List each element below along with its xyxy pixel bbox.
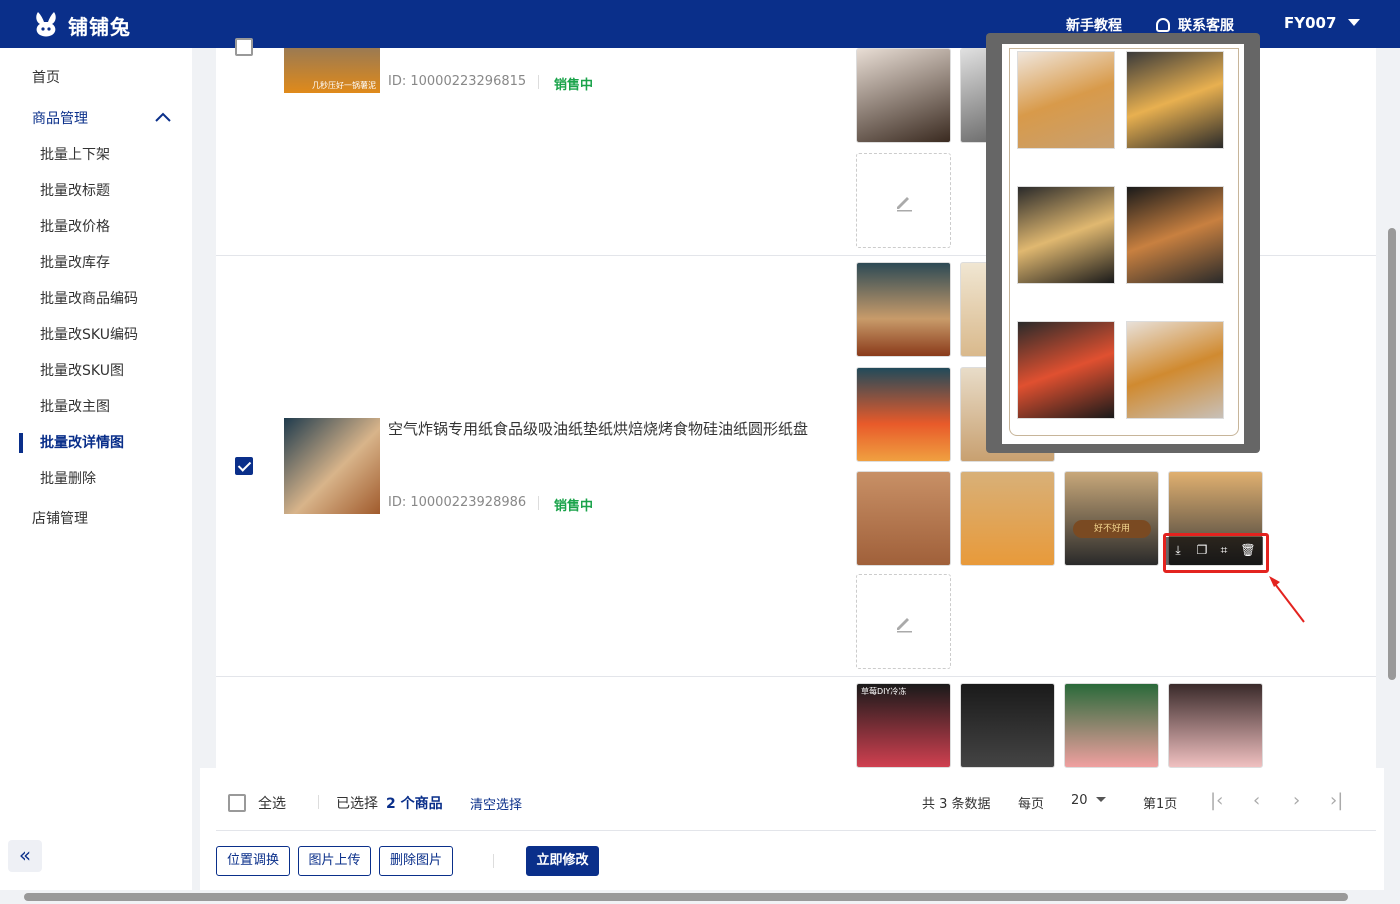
user-menu[interactable]: FY007 <box>1284 14 1361 32</box>
sidebar-item-bulk-detail-image[interactable]: 批量改详情图 <box>40 432 124 452</box>
detail-thumbnail[interactable] <box>960 471 1055 566</box>
preview-image <box>1126 321 1224 419</box>
sidebar-item-bulk-sku-code[interactable]: 批量改SKU编码 <box>40 324 138 344</box>
active-indicator <box>19 433 23 453</box>
preview-image <box>1126 51 1224 149</box>
collapse-sidebar-button[interactable]: « <box>8 840 42 872</box>
contact-service-label: 联系客服 <box>1178 18 1234 34</box>
divider <box>538 75 539 89</box>
caret-down-icon <box>1348 19 1361 26</box>
last-page-icon[interactable]: ›| <box>1330 790 1343 811</box>
status-badge: 销售中 <box>554 499 594 514</box>
preview-image <box>1017 321 1115 419</box>
sidebar <box>0 48 192 890</box>
selected-prefix: 已选择 <box>336 796 378 812</box>
sidebar-group-product[interactable]: 商品管理 <box>32 108 88 128</box>
caret-down-icon <box>1095 797 1106 802</box>
vertical-scroll-thumb[interactable] <box>1388 228 1396 680</box>
apply-changes-button[interactable]: 立即修改 <box>526 846 599 876</box>
status-badge: 销售中 <box>554 78 594 93</box>
thumbnail-banner: 好不好用 <box>1073 520 1151 538</box>
first-page-icon[interactable]: |‹ <box>1210 790 1223 811</box>
current-page: 第1页 <box>1143 797 1178 812</box>
contact-service-link[interactable]: 联系客服 <box>1156 15 1234 35</box>
horizontal-scroll-thumb[interactable] <box>24 893 1348 901</box>
upload-image-button[interactable]: 图片上传 <box>298 846 371 876</box>
sidebar-item-bulk-main-image[interactable]: 批量改主图 <box>40 396 110 416</box>
divider <box>493 854 494 868</box>
product-id: ID: 10000223928986 <box>388 495 527 510</box>
total-count: 共 3 条数据 <box>922 797 991 812</box>
product-title[interactable]: 空气炸锅专用纸食品级吸油纸垫纸烘焙烧烤食物硅油纸圆形纸盘 <box>388 417 818 441</box>
tutorial-link[interactable]: 新手教程 <box>1066 15 1122 35</box>
product-image[interactable] <box>284 418 380 514</box>
sidebar-item-bulk-title[interactable]: 批量改标题 <box>40 180 110 200</box>
prev-page-icon[interactable]: ‹ <box>1253 790 1260 811</box>
rabbit-logo-icon[interactable] <box>32 10 60 38</box>
pencil-icon <box>897 618 912 633</box>
next-page-icon[interactable]: › <box>1293 790 1300 811</box>
footer-panel <box>200 768 1384 890</box>
product-id: ID: 10000223296815 <box>388 74 527 89</box>
per-page-label: 每页 <box>1018 797 1045 812</box>
sidebar-item-bulk-shelf[interactable]: 批量上下架 <box>40 144 110 164</box>
sidebar-item-bulk-delete[interactable]: 批量删除 <box>40 468 96 488</box>
select-all-checkbox[interactable] <box>228 794 246 812</box>
pencil-icon <box>897 197 912 212</box>
user-name: FY007 <box>1284 14 1337 32</box>
clear-selection-link[interactable]: 清空选择 <box>470 794 522 813</box>
page-size-value: 20 <box>1071 793 1088 808</box>
sidebar-item-bulk-stock[interactable]: 批量改库存 <box>40 252 110 272</box>
chevron-up-icon[interactable] <box>154 111 172 123</box>
sidebar-item-bulk-code[interactable]: 批量改商品编码 <box>40 288 138 308</box>
annotation-arrow <box>1269 576 1305 623</box>
detail-thumbnail[interactable] <box>960 683 1055 768</box>
divider <box>538 496 539 510</box>
detail-thumbnail[interactable] <box>856 367 951 462</box>
detail-thumbnail[interactable] <box>1064 683 1159 768</box>
sidebar-item-bulk-price[interactable]: 批量改价格 <box>40 216 110 236</box>
preview-image <box>1126 186 1224 284</box>
sidebar-group-shop[interactable]: 店铺管理 <box>32 508 88 528</box>
select-all-label[interactable]: 全选 <box>258 793 286 813</box>
sidebar-item-bulk-sku-image[interactable]: 批量改SKU图 <box>40 360 124 380</box>
detail-thumbnail[interactable] <box>856 262 951 357</box>
row-checkbox[interactable] <box>235 38 253 56</box>
preview-image <box>1017 51 1115 149</box>
product-image[interactable]: 几秒压好一锅薯泥 <box>284 48 380 93</box>
add-image-slot[interactable] <box>856 153 951 248</box>
detail-thumbnail[interactable]: 草莓DIY冷冻 <box>856 683 951 768</box>
row-checkbox[interactable] <box>235 457 253 475</box>
selected-count: 2 个商品 <box>386 796 443 812</box>
swap-position-button[interactable]: 位置调换 <box>216 846 290 876</box>
brand-name[interactable]: 铺铺兔 <box>68 11 131 40</box>
detail-thumbnail[interactable] <box>856 471 951 566</box>
product-image-badge: 几秒压好一锅薯泥 <box>312 81 376 90</box>
delete-image-button[interactable]: 删除图片 <box>379 846 453 876</box>
thumbnail-banner: 草莓DIY冷冻 <box>861 687 907 696</box>
preview-image <box>1017 186 1115 284</box>
row-divider <box>216 676 1376 677</box>
sidebar-item-home[interactable]: 首页 <box>32 67 60 87</box>
detail-thumbnail[interactable]: 好不好用 <box>1064 471 1159 566</box>
add-image-slot[interactable] <box>856 574 951 669</box>
detail-thumbnail[interactable] <box>856 48 951 143</box>
headset-icon <box>1156 18 1170 32</box>
highlight-box <box>1163 533 1269 573</box>
detail-thumbnail[interactable] <box>1168 683 1263 768</box>
page-size-select[interactable]: 20 <box>1071 793 1106 808</box>
footer-divider <box>216 830 1376 831</box>
divider <box>318 795 319 809</box>
